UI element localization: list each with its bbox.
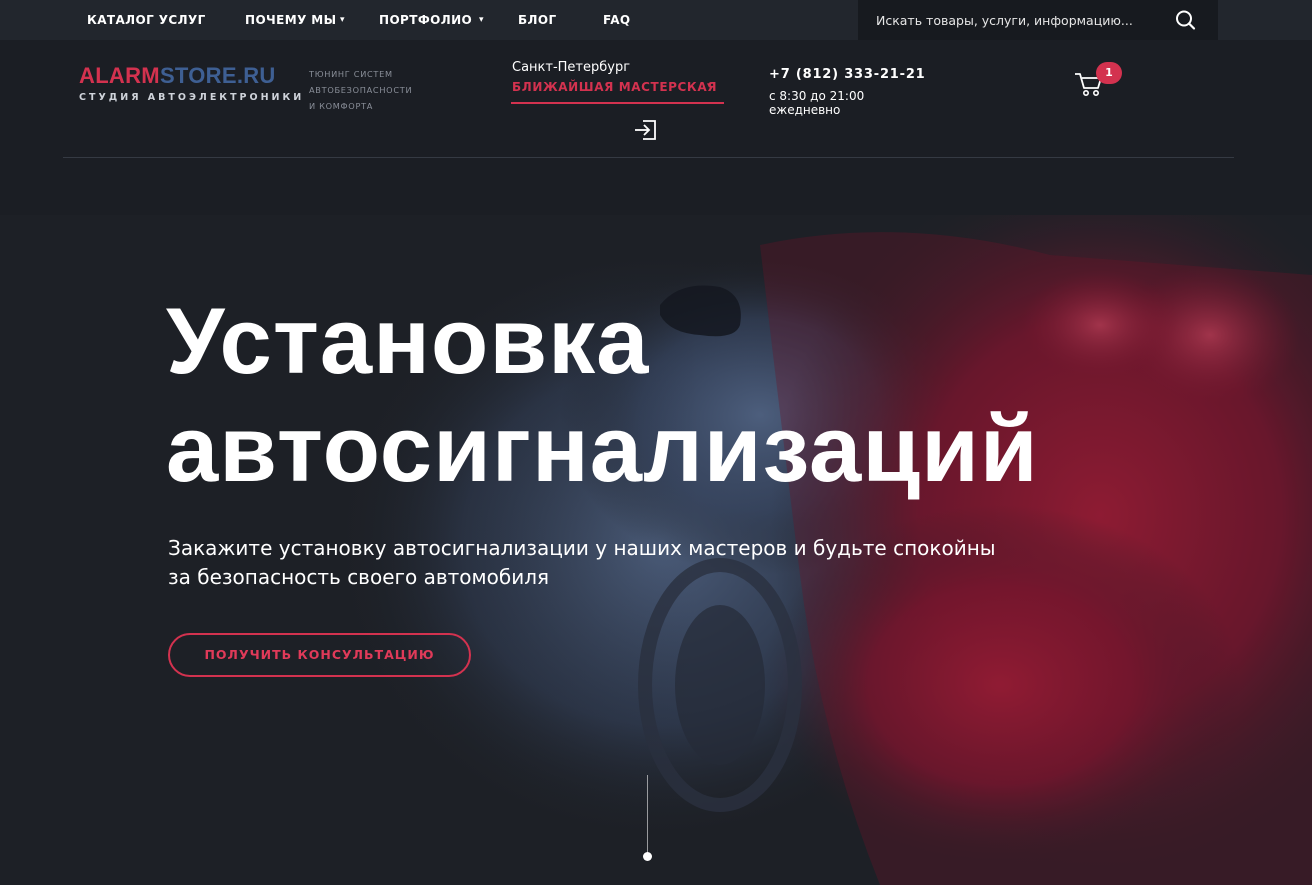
- tagline-line: И КОМФОРТА: [309, 101, 374, 111]
- chevron-down-icon: ▾: [707, 81, 712, 91]
- logo-subtitle: СТУДИЯ АВТОЭЛЕКТРОНИКИ: [79, 92, 305, 103]
- hero-subtitle-line: за безопасность своего автомобиля: [168, 565, 550, 589]
- chevron-down-icon[interactable]: ▾: [340, 0, 345, 40]
- nearest-workshop-dropdown[interactable]: БЛИЖАЙШАЯ МАСТЕРСКАЯ ▾: [511, 78, 724, 104]
- nav-item-catalog[interactable]: КАТАЛОГ УСЛУГ: [87, 0, 206, 40]
- logo-text-alarm: ALARM: [79, 63, 160, 88]
- search-input[interactable]: [876, 8, 1156, 32]
- hero-title: Установка автосигнализаций: [166, 287, 1039, 503]
- hero-banner: Установка автосигнализаций Закажите уста…: [0, 215, 1312, 885]
- scroll-indicator-line: [647, 775, 648, 855]
- working-hours-time: с 8:30 до 21:00: [769, 89, 865, 103]
- site-tagline: ТЮНИНГ СИСТЕМ АВТОБЕЗОПАСНОСТИ И КОМФОРТ…: [309, 66, 412, 114]
- city-name: Санкт-Петербург: [512, 60, 631, 75]
- nearest-workshop-label: БЛИЖАЙШАЯ МАСТЕРСКАЯ: [512, 80, 718, 94]
- site-logo[interactable]: ALARMSTORE.RU: [79, 64, 276, 88]
- hero-title-line: автосигнализаций: [166, 396, 1039, 501]
- nav-item-blog[interactable]: БЛОГ: [518, 0, 557, 40]
- hero-title-line: Установка: [166, 288, 650, 393]
- working-hours-days: ежедневно: [769, 103, 841, 117]
- nav-item-faq[interactable]: FAQ: [603, 0, 631, 40]
- hero-subtitle-line: Закажите установку автосигнализации у на…: [168, 536, 996, 560]
- logo-text-domain: .RU: [236, 63, 276, 88]
- get-consultation-button[interactable]: ПОЛУЧИТЬ КОНСУЛЬТАЦИЮ: [168, 633, 471, 677]
- tagline-line: АВТОБЕЗОПАСНОСТИ: [309, 85, 413, 95]
- phone-number[interactable]: +7 (812) 333-21-21: [769, 67, 926, 82]
- cart-count-badge: 1: [1096, 62, 1122, 84]
- logo-text-store: STORE: [159, 63, 237, 88]
- search-icon[interactable]: [1171, 6, 1201, 34]
- chevron-down-icon[interactable]: ▾: [479, 0, 484, 40]
- scroll-down-indicator[interactable]: [643, 852, 652, 861]
- top-navigation-bar: КАТАЛОГ УСЛУГ ПОЧЕМУ МЫ ▾ ПОРТФОЛИО ▾ БЛ…: [0, 0, 1312, 40]
- tagline-line: ТЮНИНГ СИСТЕМ: [309, 69, 393, 79]
- search-bar: [858, 0, 1218, 40]
- nav-item-portfolio[interactable]: ПОРТФОЛИО: [379, 0, 472, 40]
- login-icon[interactable]: [633, 118, 659, 142]
- nav-item-why-us[interactable]: ПОЧЕМУ МЫ: [245, 0, 337, 40]
- hero-subtitle: Закажите установку автосигнализации у на…: [168, 534, 1068, 592]
- working-hours: с 8:30 до 21:00 ежедневно: [769, 89, 864, 117]
- header-divider: [63, 157, 1234, 158]
